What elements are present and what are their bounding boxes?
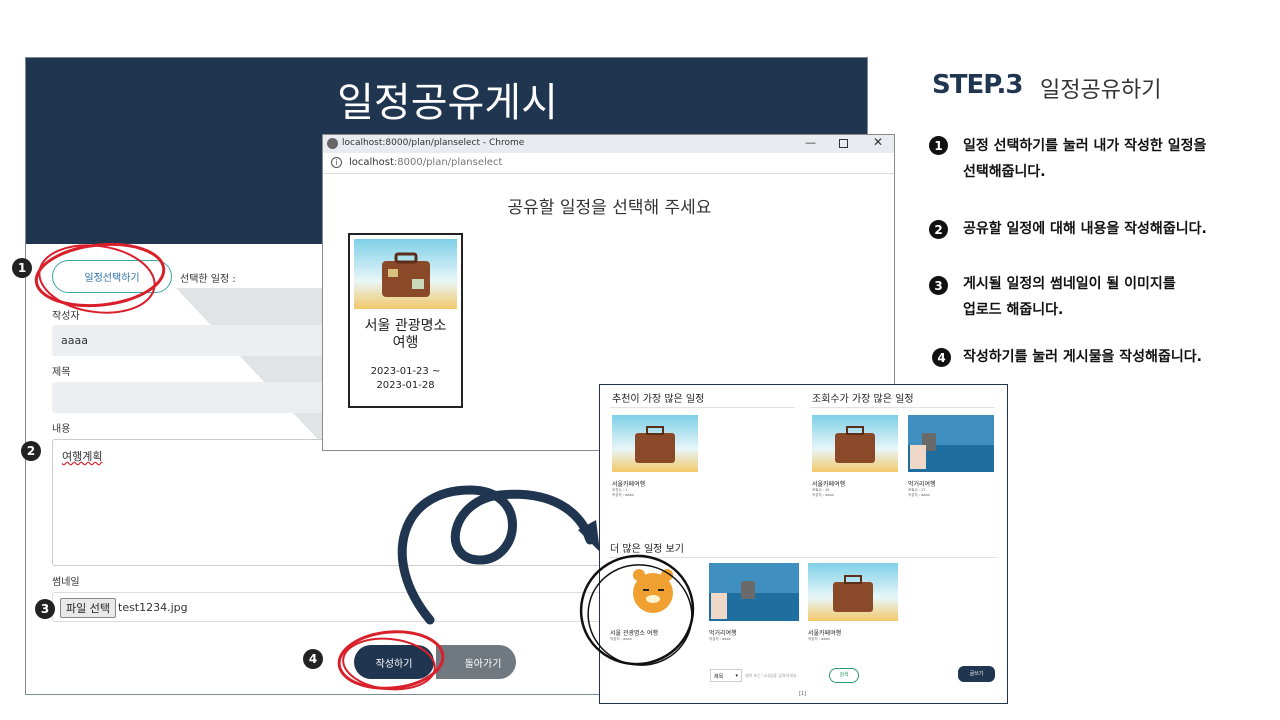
step-badge-4: 4 (303, 649, 323, 669)
instruction-4: 작성하기를 눌러 게시물을 작성해줍니다. (963, 349, 1202, 365)
viewed-item-meta2: 작성자 : aaaa (908, 493, 930, 497)
search-input[interactable]: 제목 또는 닉네임을 입력하세요 (745, 669, 825, 682)
viewed-item-title: 서울카페여행 (812, 481, 846, 488)
more-item-meta: 작성자 : aaaa (610, 637, 632, 641)
selected-plan-label: 선택한 일정 : (180, 274, 236, 285)
author-field[interactable]: aaaa (52, 325, 327, 356)
viewed-item[interactable]: 먹거리여행 조회수 : 27 작성자 : aaaa (908, 415, 994, 498)
submit-button[interactable]: 작성하기 (354, 645, 434, 679)
minimize-icon[interactable]: — (805, 136, 816, 149)
write-button[interactable]: 글쓰기 (958, 666, 995, 682)
suitcase-thumbnail (812, 415, 898, 472)
popup-address-bar[interactable]: i localhost:8000/plan/planselect (323, 153, 894, 174)
pagination[interactable]: [1] (799, 691, 806, 697)
step-title: 일정공유하기 (1040, 78, 1162, 103)
author-value: aaaa (61, 334, 88, 347)
instruction-number-2: 2 (929, 220, 948, 239)
sea-cup-thumbnail (908, 415, 994, 472)
instruction-3: 게시될 일정의 썸네일이 될 이미지를 업로드 해줍니다. (963, 276, 1176, 318)
step-badge-1: 1 (12, 258, 32, 278)
more-item[interactable]: 먹거리여행 작성자 : aaaa (709, 563, 799, 642)
more-item[interactable]: 서울카페여행 작성자 : aaaa (808, 563, 898, 642)
instruction-number-1: 1 (929, 136, 948, 155)
search-button[interactable]: 검색 (829, 668, 859, 683)
browser-icon (327, 138, 338, 149)
plan-card-dates: 2023-01-23 ~ 2023-01-28 (370, 366, 441, 391)
instruction-number-3: 3 (929, 276, 948, 295)
subject-field[interactable] (52, 382, 327, 413)
more-item-title: 서울카페여행 (808, 630, 842, 637)
most-viewed-title: 조회수가 가장 많은 일정 (812, 394, 914, 405)
author-label: 작성자 (52, 311, 80, 322)
popup-heading: 공유할 일정을 선택해 주세요 (507, 198, 712, 218)
popup-titlebar: localhost:8000/plan/planselect - Chrome … (323, 135, 894, 153)
board-preview-screenshot: 추천이 가장 많은 일정 조회수가 가장 많은 일정 서울카페여행 추천수 : … (599, 384, 1008, 704)
more-item-meta: 작성자 : aaaa (709, 637, 731, 641)
instruction-1: 일정 선택하기를 눌러 내가 작성한 일정을 선택해줍니다. (963, 138, 1207, 180)
more-plans-title: 더 많은 일정 보기 (610, 544, 684, 555)
plan-card[interactable]: 서울 관광명소 여행 2023-01-23 ~ 2023-01-28 (348, 233, 463, 408)
thumbnail-label: 썸네일 (52, 577, 80, 588)
url-host: localhost:8000/plan/planselect (349, 157, 503, 168)
file-name: test1234.jpg (118, 601, 188, 614)
viewed-item-meta2: 작성자 : aaaa (812, 493, 834, 497)
character-thumbnail (610, 563, 700, 621)
subject-label: 제목 (52, 367, 71, 378)
viewed-item-title: 먹거리여행 (908, 481, 936, 488)
instruction-2: 공유할 일정에 대해 내용을 작성해줍니다. (963, 221, 1207, 237)
file-select-button[interactable]: 파일 선택 (60, 598, 116, 618)
sea-cup-thumbnail (709, 563, 799, 621)
content-label: 내용 (52, 424, 71, 435)
most-liked-title: 추천이 가장 많은 일정 (612, 394, 705, 405)
maximize-icon[interactable] (839, 139, 848, 148)
liked-item-meta2: 작성자 : aaaa (612, 493, 634, 497)
liked-item-title: 서울카페여행 (612, 481, 646, 488)
popup-window-title: localhost:8000/plan/planselect - Chrome (342, 138, 525, 148)
more-item-meta: 작성자 : aaaa (808, 637, 830, 641)
liked-item[interactable]: 서울카페여행 추천수 : 1 작성자 : aaaa (612, 415, 698, 498)
step-label: STEP.3 (932, 70, 1023, 100)
plan-card-title: 서울 관광명소 여행 (364, 318, 447, 351)
suitcase-thumbnail (612, 415, 698, 472)
more-item[interactable]: 서울 관광명소 여행 작성자 : aaaa (610, 563, 700, 642)
select-plan-button[interactable]: 일정선택하기 (52, 260, 172, 293)
step-badge-3: 3 (35, 599, 55, 619)
info-icon: i (331, 157, 342, 168)
close-icon[interactable]: ✕ (873, 135, 883, 149)
back-button-label: 돌아가기 (464, 658, 502, 670)
search-type-select[interactable]: 제목 ▾ (710, 669, 742, 682)
more-item-title: 서울 관광명소 여행 (610, 630, 658, 637)
suitcase-thumbnail (354, 239, 457, 309)
viewed-item[interactable]: 서울카페여행 조회수 : 49 작성자 : aaaa (812, 415, 898, 498)
content-value: 여행계획 (62, 450, 103, 463)
more-item-title: 먹거리여행 (709, 630, 737, 637)
instruction-number-4: 4 (932, 348, 951, 367)
suitcase-thumbnail (808, 563, 898, 621)
step-badge-2: 2 (21, 441, 41, 461)
back-button[interactable]: 돌아가기 (436, 645, 516, 679)
content-textarea[interactable]: 여행계획 (52, 439, 632, 566)
